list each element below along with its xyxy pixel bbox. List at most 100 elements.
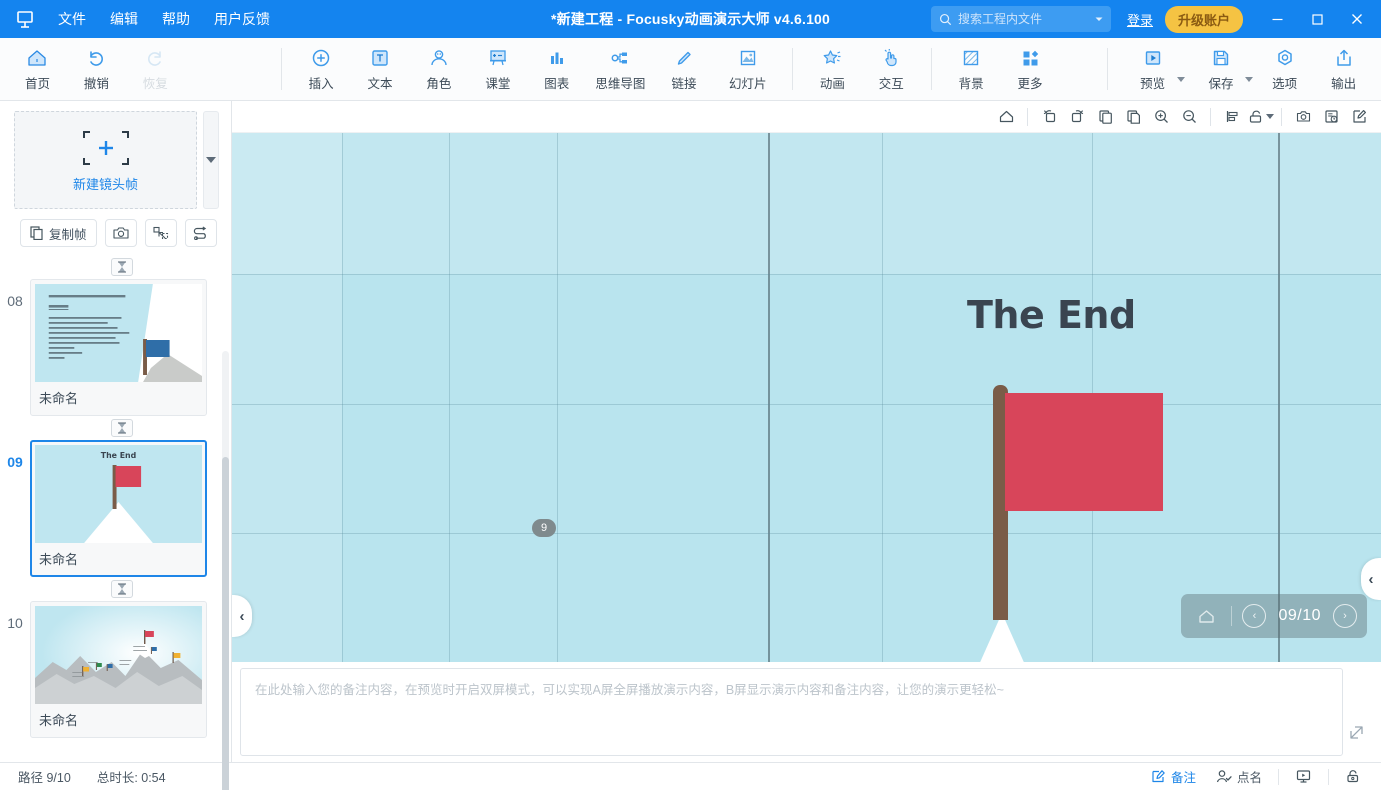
notes-pen-icon xyxy=(1151,769,1166,784)
grid-more-icon xyxy=(1018,46,1042,70)
frame-badge[interactable]: 9 xyxy=(532,519,557,537)
edit-button[interactable] xyxy=(1345,104,1373,130)
menu-help[interactable]: 帮助 xyxy=(150,3,202,35)
chevron-down-icon[interactable] xyxy=(1176,77,1185,82)
status-rollcall-button[interactable]: 点名 xyxy=(1206,767,1272,786)
bar-chart-icon xyxy=(545,46,569,70)
chevron-down-icon[interactable] xyxy=(1265,114,1274,119)
fit-frame-button[interactable] xyxy=(144,219,177,247)
paste-button[interactable] xyxy=(1119,104,1147,130)
ribbon-home-label: 首页 xyxy=(24,77,50,91)
frames-list[interactable]: 08 未命名 09 The End 未命名 10 未命名 xyxy=(0,255,231,762)
canvas-home-button[interactable] xyxy=(992,104,1020,130)
menu-file[interactable]: 文件 xyxy=(46,3,98,35)
frames-scrollbar-thumb[interactable] xyxy=(222,457,229,790)
notes-expand-button[interactable] xyxy=(1343,668,1369,756)
grid-line xyxy=(557,133,558,662)
transition-hourglass-button[interactable] xyxy=(110,580,133,598)
minimize-button[interactable] xyxy=(1257,0,1297,38)
nav-prev-button[interactable]: ‹ xyxy=(1242,604,1267,628)
nav-home-button[interactable] xyxy=(1191,601,1221,631)
ribbon-animation[interactable]: 动画 xyxy=(803,40,862,98)
ribbon-interaction[interactable]: 交互 xyxy=(862,40,921,98)
ribbon-more[interactable]: 更多 xyxy=(1001,40,1060,98)
menu-feedback[interactable]: 用户反馈 xyxy=(202,3,282,35)
menu-edit[interactable]: 编辑 xyxy=(98,3,150,35)
status-presentation-button[interactable] xyxy=(1285,769,1322,784)
status-lock-button[interactable] xyxy=(1335,769,1371,784)
path-order-button[interactable] xyxy=(184,219,217,247)
canvas-shade-top xyxy=(232,133,1381,274)
copy-button[interactable] xyxy=(1091,104,1119,130)
timeline-button[interactable] xyxy=(1317,104,1345,130)
frame-item-08[interactable]: 08 未命名 xyxy=(0,279,219,416)
status-notes-button[interactable]: 备注 xyxy=(1141,767,1206,786)
ribbon-background[interactable]: 背景 xyxy=(942,40,1001,98)
ribbon-redo[interactable]: 恢复 xyxy=(126,40,185,98)
chevron-down-icon[interactable] xyxy=(1094,14,1104,24)
ribbon-interaction-label: 交互 xyxy=(878,77,904,91)
flag-cloth-shape[interactable] xyxy=(1005,393,1163,511)
ribbon-text[interactable]: 文本 xyxy=(351,40,410,98)
frames-scroll-down-button[interactable] xyxy=(203,111,219,209)
ribbon-preview[interactable]: 预览 xyxy=(1118,40,1186,98)
rotate-left-button[interactable] xyxy=(1035,104,1063,130)
ribbon-export-label: 输出 xyxy=(1331,77,1357,91)
ribbon-options[interactable]: 选项 xyxy=(1255,40,1314,98)
ribbon-export[interactable]: 输出 xyxy=(1314,40,1373,98)
ribbon-preview-label: 预览 xyxy=(1140,77,1166,91)
chevron-down-icon[interactable] xyxy=(1245,77,1254,82)
frame-card[interactable]: 未命名 xyxy=(30,279,207,416)
frame-name[interactable]: 未命名 xyxy=(35,382,202,411)
mountain-shape[interactable] xyxy=(922,613,1082,662)
ribbon-link[interactable]: 链接 xyxy=(655,40,714,98)
rotate-right-button[interactable] xyxy=(1063,104,1091,130)
frame-item-10[interactable]: 10 未命名 xyxy=(0,601,219,738)
maximize-button[interactable] xyxy=(1297,0,1337,38)
lock-button[interactable] xyxy=(1246,104,1274,130)
zoom-out-button[interactable] xyxy=(1175,104,1203,130)
frame-card[interactable]: 未命名 xyxy=(30,601,207,738)
duplicate-frame-button[interactable]: 复制帧 xyxy=(20,219,97,247)
new-frame-button[interactable]: 新建镜头帧 xyxy=(14,111,197,209)
transition-hourglass-button[interactable] xyxy=(110,258,133,276)
ribbon-character[interactable]: 角色 xyxy=(409,40,468,98)
login-link[interactable]: 登录 xyxy=(1127,10,1153,29)
character-icon xyxy=(427,46,451,70)
frames-scrollbar[interactable] xyxy=(222,351,229,790)
transition-row-3 xyxy=(0,577,219,601)
notes-input[interactable]: 在此处输入您的备注内容，在预览时开启双屏模式，可以实现A屏全屏播放演示内容，B屏… xyxy=(240,668,1343,756)
ribbon-undo[interactable]: 撤销 xyxy=(67,40,126,98)
align-button[interactable] xyxy=(1218,104,1246,130)
slide-title-text[interactable]: The End xyxy=(967,293,1136,337)
screenshot-button[interactable] xyxy=(1289,104,1317,130)
snapshot-button[interactable] xyxy=(104,219,137,247)
ribbon-insert[interactable]: 插入 xyxy=(292,40,351,98)
focusky-logo-icon[interactable] xyxy=(8,9,42,29)
frame-name[interactable]: 未命名 xyxy=(35,543,202,572)
search-box[interactable] xyxy=(930,6,1111,32)
frame-item-09[interactable]: 09 The End 未命名 xyxy=(0,440,219,577)
nav-next-button[interactable]: › xyxy=(1333,604,1357,628)
notes-placeholder: 在此处输入您的备注内容，在预览时开启双屏模式，可以实现A屏全屏播放演示内容，B屏… xyxy=(255,683,1004,697)
main-area: 新建镜头帧 复制帧 08 未命名 09 The End 未命名 10 未命名 9… xyxy=(0,101,1381,790)
search-input[interactable] xyxy=(957,12,1088,26)
ribbon-chart-label: 图表 xyxy=(544,77,570,91)
slide-canvas[interactable]: 9 The End ‹ 09/10 › ‹ ‹ xyxy=(232,133,1381,662)
ribbon-home[interactable]: 首页 xyxy=(8,40,67,98)
close-button[interactable] xyxy=(1337,0,1377,38)
ribbon-save[interactable]: 保存 xyxy=(1187,40,1255,98)
ribbon-classroom[interactable]: 课堂 xyxy=(468,40,527,98)
transition-hourglass-button[interactable] xyxy=(110,419,133,437)
zoom-in-button[interactable] xyxy=(1147,104,1175,130)
ribbon-chart[interactable]: 图表 xyxy=(527,40,586,98)
status-duration-label: 总时长: 0:54 xyxy=(96,771,166,785)
frame-thumbnail: The End xyxy=(35,445,202,543)
ribbon-mindmap[interactable]: 思维导图 xyxy=(586,40,654,98)
frame-name[interactable]: 未命名 xyxy=(35,704,202,733)
upgrade-account-button[interactable]: 升级账户 xyxy=(1164,5,1243,33)
ribbon-slide[interactable]: 幻灯片 xyxy=(714,40,782,98)
undo-icon xyxy=(84,46,108,70)
caret-down-icon xyxy=(206,157,216,163)
frame-card[interactable]: The End 未命名 xyxy=(30,440,207,577)
